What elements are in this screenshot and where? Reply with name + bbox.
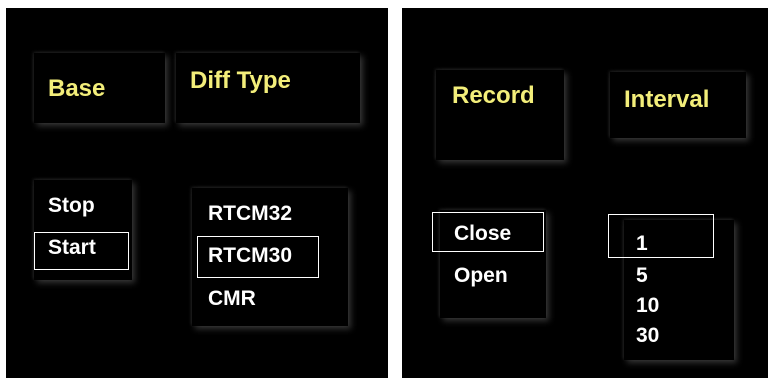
diff-type-option-rtcm32[interactable]: RTCM32 [208, 202, 292, 226]
record-selection-highlight [432, 212, 544, 252]
diff-type-title-box: Diff Type [176, 53, 360, 123]
left-panel: Base Diff Type Stop Start RTCM32 RTCM30 … [6, 8, 388, 378]
record-option-list: Close Open [432, 210, 546, 318]
record-title: Record [452, 82, 535, 109]
diff-type-option-cmr[interactable]: CMR [208, 287, 256, 311]
diff-type-title: Diff Type [190, 67, 291, 94]
interval-option-10[interactable]: 10 [636, 294, 659, 318]
interval-selection-highlight [608, 214, 714, 258]
base-option-stop[interactable]: Stop [48, 194, 95, 218]
base-selection-highlight [34, 232, 129, 270]
diff-type-selection-highlight [197, 236, 319, 278]
interval-option-5[interactable]: 5 [636, 264, 648, 288]
base-title: Base [48, 75, 106, 102]
record-title-box: Record [436, 70, 564, 160]
interval-title: Interval [624, 86, 710, 113]
right-panel: Record Interval Close Open 1 5 10 30 [402, 8, 768, 378]
base-title-box: Base [34, 53, 165, 123]
record-option-open[interactable]: Open [454, 264, 508, 288]
interval-title-box: Interval [610, 72, 746, 138]
interval-option-30[interactable]: 30 [636, 324, 659, 348]
interval-option-list: 1 5 10 30 [608, 214, 734, 360]
base-option-list: Stop Start [34, 180, 132, 280]
diff-type-option-list: RTCM32 RTCM30 CMR [192, 188, 348, 326]
